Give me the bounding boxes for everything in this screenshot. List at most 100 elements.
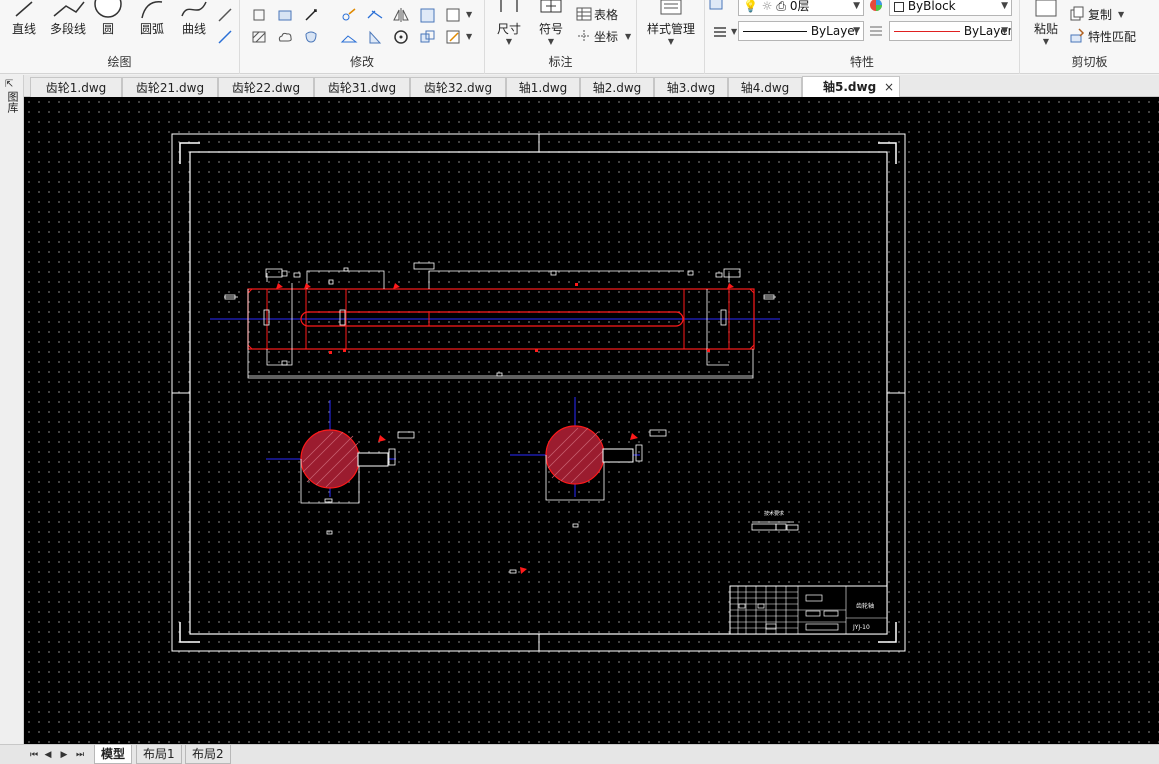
circle-tool[interactable]: 圆 bbox=[90, 0, 126, 46]
layout-tab-layout2[interactable]: 布局2 bbox=[185, 745, 231, 764]
match-properties-icon[interactable] bbox=[1068, 27, 1086, 45]
properties-group: ▼ 💡 ☼ ⎙ 0层 ▼ ByBlock ▼ ByLayer ▼ ByLayer… bbox=[705, 0, 1020, 74]
stretch-icon[interactable] bbox=[340, 28, 358, 46]
color-wheel-icon[interactable] bbox=[867, 0, 885, 14]
last-layout-icon[interactable]: ⏭ bbox=[74, 748, 86, 762]
paste-tool[interactable]: 粘贴 ▼ bbox=[1024, 0, 1068, 46]
close-tab-icon[interactable]: × bbox=[884, 77, 894, 97]
draw-group: 直线 多段线 圆 圆弧 曲线 绘图 bbox=[0, 0, 240, 74]
tech-requirements: 技术要求 bbox=[751, 510, 799, 531]
tab-gear21[interactable]: 齿轮21.dwg bbox=[122, 77, 218, 97]
scale-icon[interactable] bbox=[366, 28, 384, 46]
color-swatch bbox=[894, 1, 904, 12]
drawing-canvas[interactable]: 技术要求 齿轮轴 JYJ-10 bbox=[24, 97, 1159, 744]
mirror-icon[interactable] bbox=[392, 6, 410, 24]
cad-application: 直线 多段线 圆 圆弧 曲线 绘图 ▼ ▼ 修改 尺寸 ▼ 符号 ▼ 表格 坐标… bbox=[0, 0, 1159, 764]
linetype-dropdown[interactable]: ByLayer ▼ bbox=[738, 21, 864, 41]
region-icon[interactable] bbox=[276, 6, 294, 24]
wipeout-icon[interactable] bbox=[302, 28, 320, 46]
dimension-tool[interactable]: 尺寸 ▼ bbox=[489, 0, 529, 46]
tab-gear22[interactable]: 齿轮22.dwg bbox=[218, 77, 314, 97]
shaft-main-view bbox=[210, 262, 780, 379]
trim-icon[interactable] bbox=[366, 6, 384, 24]
move-icon[interactable] bbox=[340, 6, 358, 24]
match-properties-button[interactable]: 特性匹配 bbox=[1088, 28, 1136, 45]
point-icon[interactable] bbox=[302, 6, 320, 24]
line-tool[interactable]: 直线 bbox=[4, 0, 44, 46]
tab-shaft5[interactable]: 轴5.dwg × bbox=[802, 76, 900, 97]
style-group: 样式管理 ▼ bbox=[637, 0, 705, 74]
annotate-group: 尺寸 ▼ 符号 ▼ 表格 坐标 ▼ 标注 bbox=[485, 0, 637, 74]
style-manager-icon bbox=[660, 0, 682, 15]
match-layer-icon[interactable] bbox=[711, 23, 729, 41]
tab-shaft2[interactable]: 轴2.dwg bbox=[580, 77, 654, 97]
polyline-tool[interactable]: 多段线 bbox=[46, 0, 90, 46]
copy-button[interactable]: 复制 bbox=[1088, 6, 1112, 23]
table-icon[interactable] bbox=[575, 5, 593, 23]
lineweight-icon[interactable] bbox=[867, 22, 885, 40]
arc-tool[interactable]: 圆弧 bbox=[132, 0, 172, 46]
first-layout-icon[interactable]: ⏮ bbox=[28, 748, 40, 762]
curve-tool[interactable]: 曲线 bbox=[174, 0, 214, 46]
construction-line-icon[interactable] bbox=[216, 6, 234, 24]
symbol-tool[interactable]: 符号 ▼ bbox=[531, 0, 571, 46]
layout-tab-model[interactable]: 模型 bbox=[94, 745, 133, 764]
tab-gear31[interactable]: 齿轮31.dwg bbox=[314, 77, 410, 97]
hatch-icon[interactable] bbox=[250, 28, 268, 46]
edit-icon[interactable] bbox=[444, 28, 462, 46]
layer-manager-icon[interactable] bbox=[707, 0, 725, 14]
circle-icon bbox=[94, 0, 122, 18]
bulb-icon: 💡 bbox=[743, 0, 758, 13]
document-tab-bar: 齿轮1.dwg 齿轮21.dwg 齿轮22.dwg 齿轮31.dwg 齿轮32.… bbox=[24, 75, 1159, 97]
sheet-outer-border bbox=[171, 133, 906, 652]
sun-icon: ☼ bbox=[761, 0, 773, 13]
clipboard-group: 粘贴 ▼ 复制 ▼ 特性匹配 剪切板 bbox=[1020, 0, 1159, 74]
style-manager-tool[interactable]: 样式管理 ▼ bbox=[643, 0, 699, 46]
coordinate-icon[interactable] bbox=[575, 27, 593, 45]
prev-layout-icon[interactable]: ◀ bbox=[42, 748, 54, 762]
layout-tab-layout1[interactable]: 布局1 bbox=[136, 745, 182, 764]
drawing-svg: 技术要求 齿轮轴 JYJ-10 bbox=[171, 133, 906, 652]
layout-tab-bar: ⏮ ◀ ▶ ⏭ 模型 布局1 布局2 bbox=[0, 744, 1159, 764]
shape-icon[interactable] bbox=[250, 6, 268, 24]
tab-shaft3[interactable]: 轴3.dwg bbox=[654, 77, 728, 97]
tab-gear1[interactable]: 齿轮1.dwg bbox=[30, 77, 122, 97]
title-block: 齿轮轴 JYJ-10 bbox=[729, 585, 888, 635]
copy-caret[interactable]: ▼ bbox=[1118, 10, 1124, 19]
modify-more-caret-2[interactable]: ▼ bbox=[466, 32, 472, 41]
library-panel-label[interactable]: 图库 bbox=[4, 91, 20, 113]
printer-icon: ⎙ bbox=[776, 0, 786, 13]
lineweight-preview bbox=[894, 31, 960, 32]
offset-icon[interactable] bbox=[444, 6, 462, 24]
color-dropdown[interactable]: ByBlock ▼ bbox=[889, 0, 1012, 16]
coordinate-button[interactable]: 坐标 bbox=[594, 28, 618, 45]
center-marks bbox=[172, 134, 905, 651]
next-layout-icon[interactable]: ▶ bbox=[58, 748, 70, 762]
modify-more-caret[interactable]: ▼ bbox=[466, 10, 472, 19]
sheet-inner-border bbox=[189, 151, 888, 635]
tech-requirements-title: 技术要求 bbox=[764, 510, 784, 517]
copy-icon[interactable] bbox=[1068, 5, 1086, 23]
layer-dropdown[interactable]: 💡 ☼ ⎙ 0层 ▼ bbox=[738, 0, 864, 16]
title-block-drawing-code: JYJ-10 bbox=[852, 624, 870, 631]
pin-icon[interactable]: ⇱ bbox=[5, 79, 13, 90]
curve-icon bbox=[181, 1, 207, 17]
array-icon[interactable] bbox=[418, 6, 436, 24]
rotate-icon[interactable] bbox=[392, 28, 410, 46]
section-view-left bbox=[266, 400, 415, 535]
lineweight-dropdown[interactable]: ByLayer ▼ bbox=[889, 21, 1012, 41]
coordinate-caret[interactable]: ▼ bbox=[625, 32, 631, 41]
ribbon-toolbar: 直线 多段线 圆 圆弧 曲线 绘图 ▼ ▼ 修改 尺寸 ▼ 符号 ▼ 表格 坐标… bbox=[0, 0, 1159, 74]
paste-icon bbox=[1035, 0, 1057, 17]
tab-gear32[interactable]: 齿轮32.dwg bbox=[410, 77, 506, 97]
line-icon bbox=[15, 1, 33, 17]
ray-icon[interactable] bbox=[216, 28, 234, 46]
table-button[interactable]: 表格 bbox=[594, 6, 618, 23]
linetype-preview bbox=[743, 31, 807, 32]
explode-icon[interactable] bbox=[418, 28, 436, 46]
cloud-icon[interactable] bbox=[276, 28, 294, 46]
tab-shaft4[interactable]: 轴4.dwg bbox=[728, 77, 802, 97]
modify-group: ▼ ▼ 修改 bbox=[240, 0, 485, 74]
tab-shaft1[interactable]: 轴1.dwg bbox=[506, 77, 580, 97]
layer-caret[interactable]: ▼ bbox=[731, 27, 737, 36]
